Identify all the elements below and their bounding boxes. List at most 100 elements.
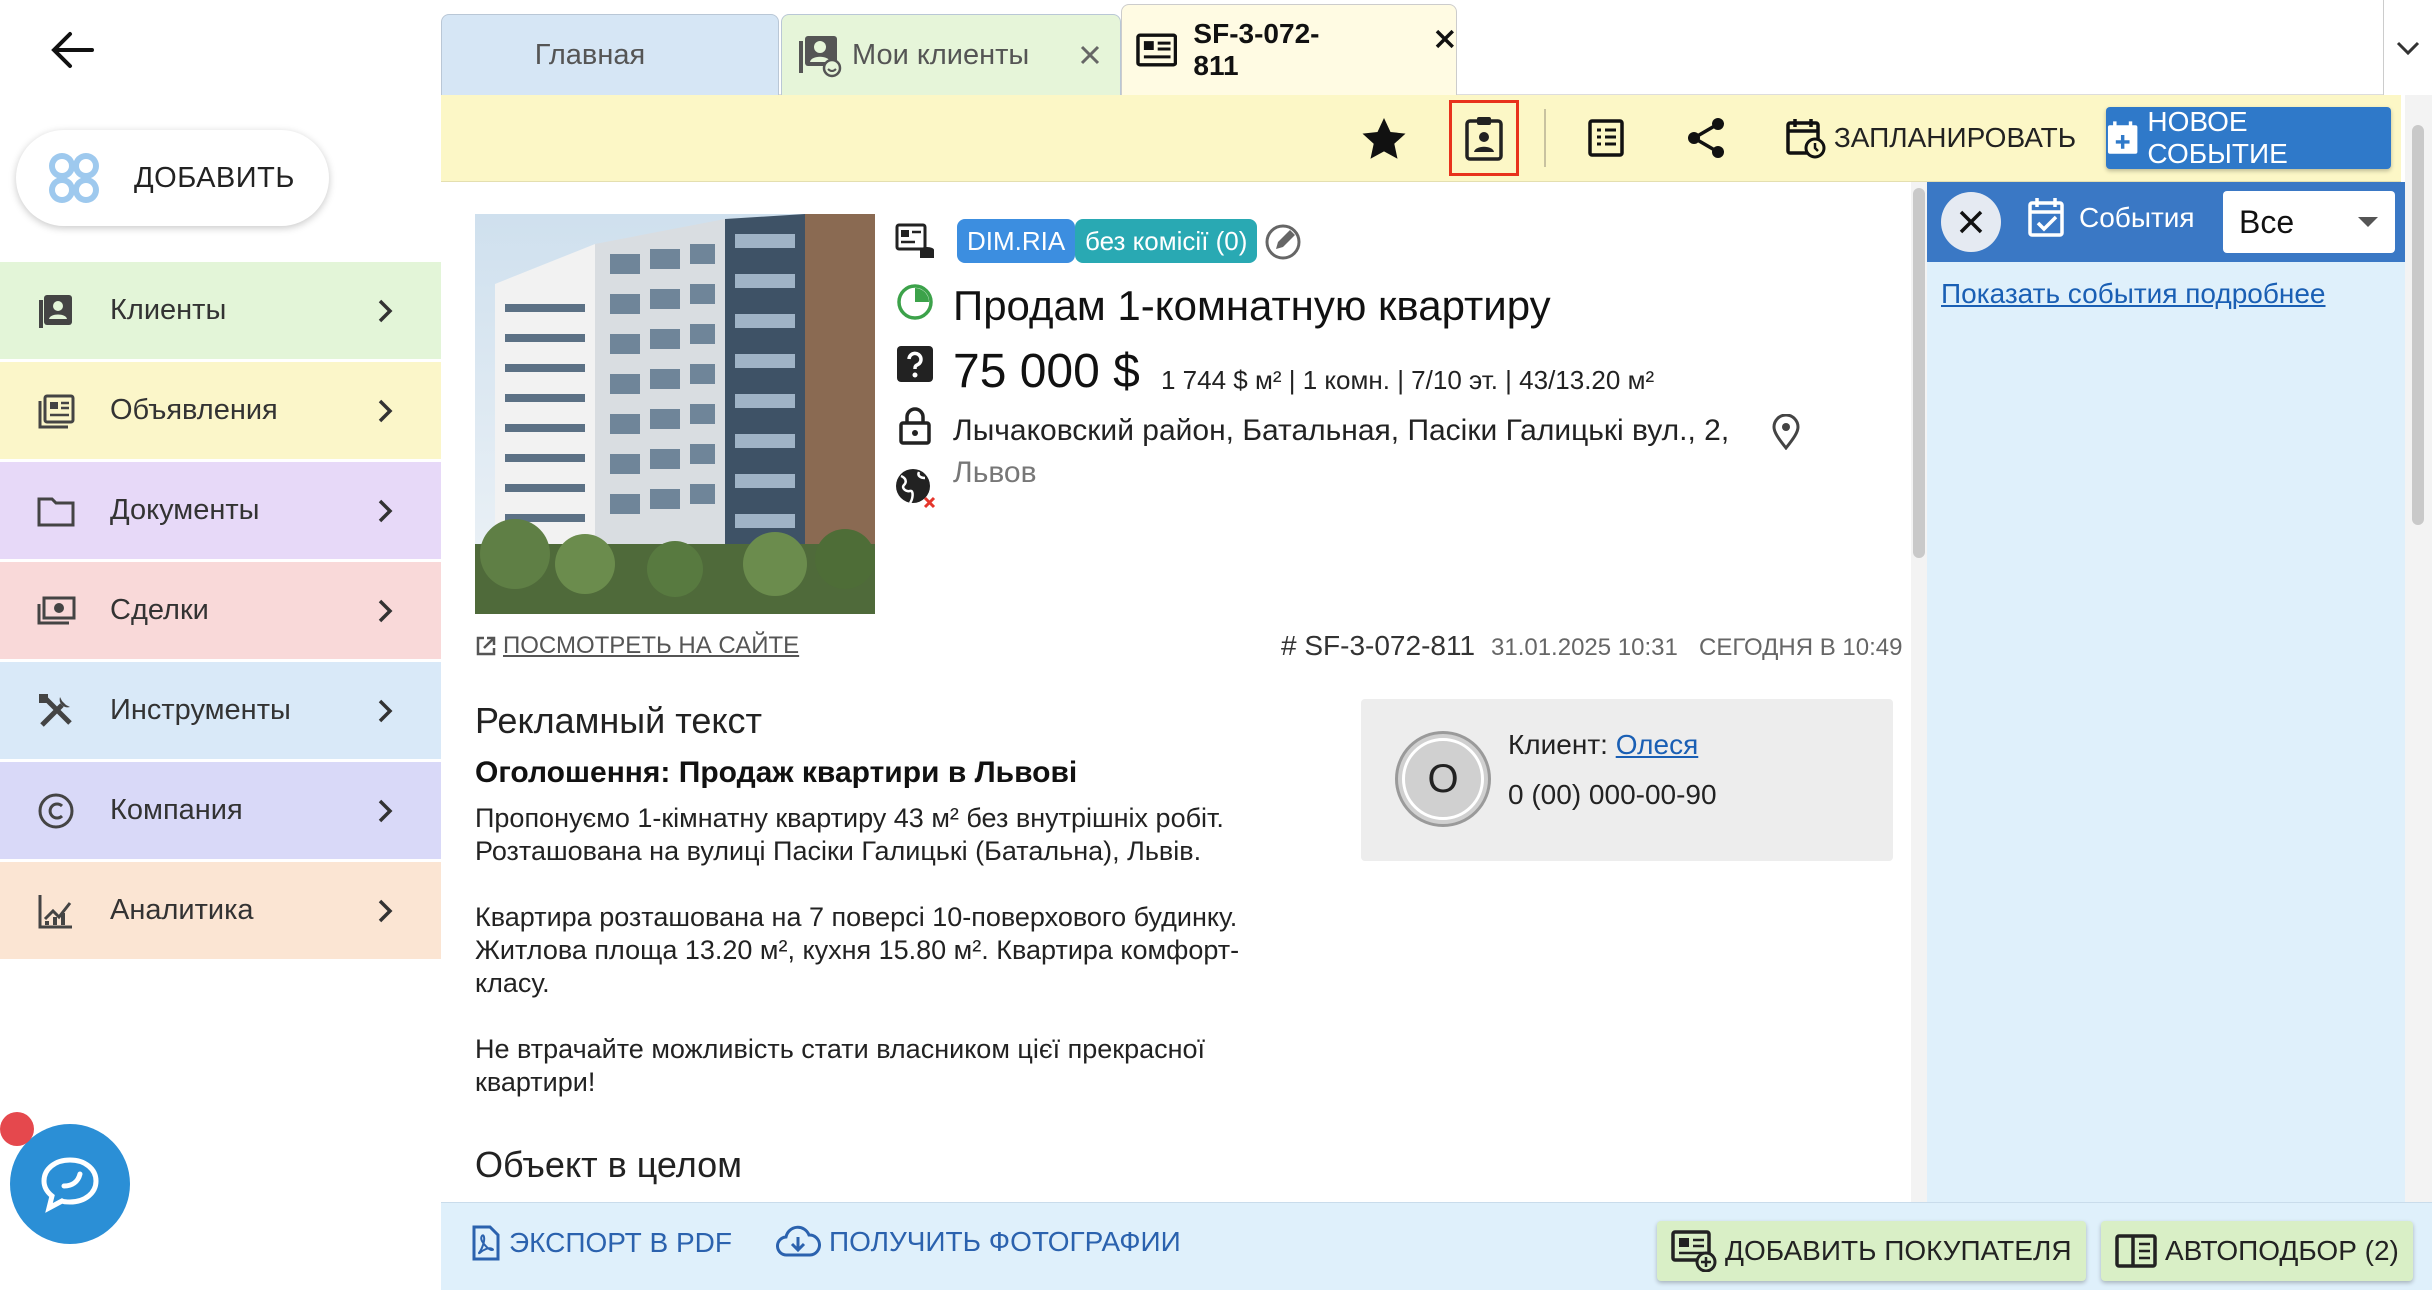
page-scrollbar[interactable] (2405, 95, 2432, 1202)
new-event-label: НОВОЕ СОБЫТИЕ (2147, 106, 2288, 169)
show-events-detail-link[interactable]: Показать события подробнее (1941, 278, 2326, 310)
tab-label: Мои клиенты (852, 38, 1030, 71)
new-event-button[interactable]: НОВОЕ СОБЫТИЕ (2106, 106, 2391, 169)
folder-icon (37, 497, 75, 526)
listing-id: # SF-3-072-811 (1281, 630, 1476, 661)
close-events-button[interactable] (1941, 192, 2001, 252)
commission-badge[interactable]: без комісії (0) (1075, 219, 1258, 263)
money-icon (37, 596, 76, 624)
close-icon[interactable] (1434, 28, 1456, 50)
chevron-right-icon (378, 799, 393, 822)
listing-toolbar: ЗАПЛАНИРОВАТЬ НОВОЕ СОБЫТИЕ (441, 95, 2401, 182)
arrow-left-icon (51, 32, 94, 68)
pdf-file-icon (472, 1225, 500, 1261)
listing-card-icon (1136, 33, 1178, 67)
listing-address: Лычаковский район, Батальная, Пасіки Гал… (953, 414, 1730, 447)
chevron-right-icon (378, 499, 393, 522)
sidebar-item-label: Инструменты (110, 694, 291, 726)
tab-bar: Главная Мои клиенты SF-3-072-811 (441, 0, 2432, 95)
chevron-right-icon (378, 699, 393, 722)
sidebar-item-label: Документы (110, 494, 260, 526)
chevron-right-icon (378, 299, 393, 322)
chat-button[interactable] (10, 1124, 130, 1244)
notification-dot (0, 1112, 34, 1146)
events-filter-value: Все (2239, 203, 2295, 240)
sidebar-item-label: Аналитика (110, 894, 254, 926)
close-icon[interactable] (1079, 44, 1101, 66)
bottom-action-bar: ЭКСПОРТ В PDF ПОЛУЧИТЬ ФОТОГРАФИИ ДОБАВИ… (441, 1202, 2432, 1290)
lock-icon (893, 404, 937, 448)
add-buyer-button[interactable]: ДОБАВИТЬ ПОКУПАТЕЛЯ (1657, 1221, 2086, 1281)
tab-home[interactable]: Главная (441, 14, 779, 95)
spreadsheet-button[interactable] (1573, 105, 1639, 171)
export-pdf-label: ЭКСПОРТ В PDF (509, 1227, 733, 1258)
table-icon (1588, 119, 1624, 157)
contacts-icon (39, 294, 72, 328)
avatar-initial: О (1427, 756, 1459, 801)
chat-bubble-icon (41, 1157, 99, 1213)
calendar-clock-icon (1786, 119, 1826, 159)
object-section-heading: Объект в целом (475, 1144, 742, 1185)
events-filter-select[interactable]: Все (2223, 191, 2395, 253)
sidebar-item-analytics[interactable]: Аналитика (0, 862, 441, 959)
schedule-button[interactable]: ЗАПЛАНИРОВАТЬ (1781, 105, 2081, 171)
sidebar-item-deals[interactable]: Сделки (0, 562, 441, 659)
view-on-site-link[interactable]: ПОСМОТРЕТЬ НА САЙТЕ (475, 632, 799, 660)
calendar-plus-icon (2107, 121, 2138, 154)
book-open-icon (2115, 1234, 2157, 1268)
cloud-download-icon (776, 1225, 821, 1257)
export-pdf-button[interactable]: ЭКСПОРТ В PDF (471, 1225, 732, 1261)
view-on-site-label: ПОСМОТРЕТЬ НА САЙТЕ (503, 632, 800, 659)
details-scrollbar[interactable] (1911, 182, 1927, 1202)
map-pin-icon[interactable] (1771, 414, 1805, 452)
events-title: События (2027, 196, 2195, 240)
client-phone: 0 (00) 000-00-90 (1508, 779, 1717, 810)
tabs-overflow-menu[interactable] (2383, 0, 2432, 95)
tab-listing[interactable]: SF-3-072-811 (1121, 4, 1457, 95)
star-icon (1362, 118, 1406, 159)
listing-title: Продам 1-комнатную квартиру (953, 282, 1551, 329)
sidebar-item-clients[interactable]: Клиенты (0, 262, 441, 359)
edit-pencil-icon[interactable] (1263, 222, 1303, 262)
sidebar-item-documents[interactable]: Документы (0, 462, 441, 559)
listing-photo[interactable] (475, 214, 875, 614)
listing-city: Львов (953, 456, 1037, 489)
get-photos-button[interactable]: ПОЛУЧИТЬ ФОТОГРАФИИ (775, 1225, 1181, 1259)
share-button[interactable] (1673, 105, 1739, 171)
ad-text-heading: Рекламный текст (475, 700, 762, 741)
created-timestamp: 31.01.2025 10:31 (1491, 634, 1678, 661)
add-button-label: ДОБАВИТЬ (134, 161, 295, 194)
listing-price: 75 000 $ (953, 345, 1140, 398)
schedule-label: ЗАПЛАНИРОВАТЬ (1833, 122, 2077, 153)
close-icon (1959, 210, 1983, 234)
sidebar-item-label: Объявления (110, 394, 278, 426)
sidebar-item-company[interactable]: Компания (0, 762, 441, 859)
favorite-button[interactable] (1351, 105, 1417, 171)
share-icon (1688, 118, 1724, 158)
caret-down-icon (2358, 217, 2378, 227)
client-label: Клиент: (1508, 729, 1608, 760)
ad-text-body: Пропонуємо 1-кімнатну квартиру 43 м² без… (475, 803, 1240, 1097)
owner-card-button[interactable] (1449, 100, 1519, 176)
events-panel: События Все Показать события подробнее (1927, 182, 2405, 1202)
question-icon (893, 342, 937, 386)
avatar[interactable]: О (1395, 731, 1491, 827)
sidebar-item-tools[interactable]: Инструменты (0, 662, 441, 759)
chevron-right-icon (378, 399, 393, 422)
ad-text-subtitle: Оголошення: Продаж квартири в Львові (475, 756, 1078, 789)
copyright-icon (38, 793, 74, 828)
tab-my-clients[interactable]: Мои клиенты (781, 14, 1121, 95)
calendar-check-icon (2028, 198, 2064, 237)
add-button[interactable]: ДОБАВИТЬ (16, 130, 329, 226)
listings-icon (38, 394, 75, 428)
client-name-link[interactable]: Олеся (1616, 729, 1699, 760)
back-button[interactable] (40, 22, 104, 78)
client-card: О Клиент: Олеся 0 (00) 000-00-90 (1361, 699, 1893, 861)
listing-details: DIM.RIA без комісії (0) Продам 1-комнатн… (441, 182, 1911, 1202)
sidebar-item-listings[interactable]: Объявления (0, 362, 441, 459)
auto-match-button[interactable]: АВТОПОДБОР (2) (2101, 1221, 2413, 1281)
chevron-right-icon (378, 599, 393, 622)
clipboard-account-icon (1465, 117, 1503, 161)
client-card-icon (799, 36, 842, 78)
source-badge[interactable]: DIM.RIA (957, 219, 1076, 263)
